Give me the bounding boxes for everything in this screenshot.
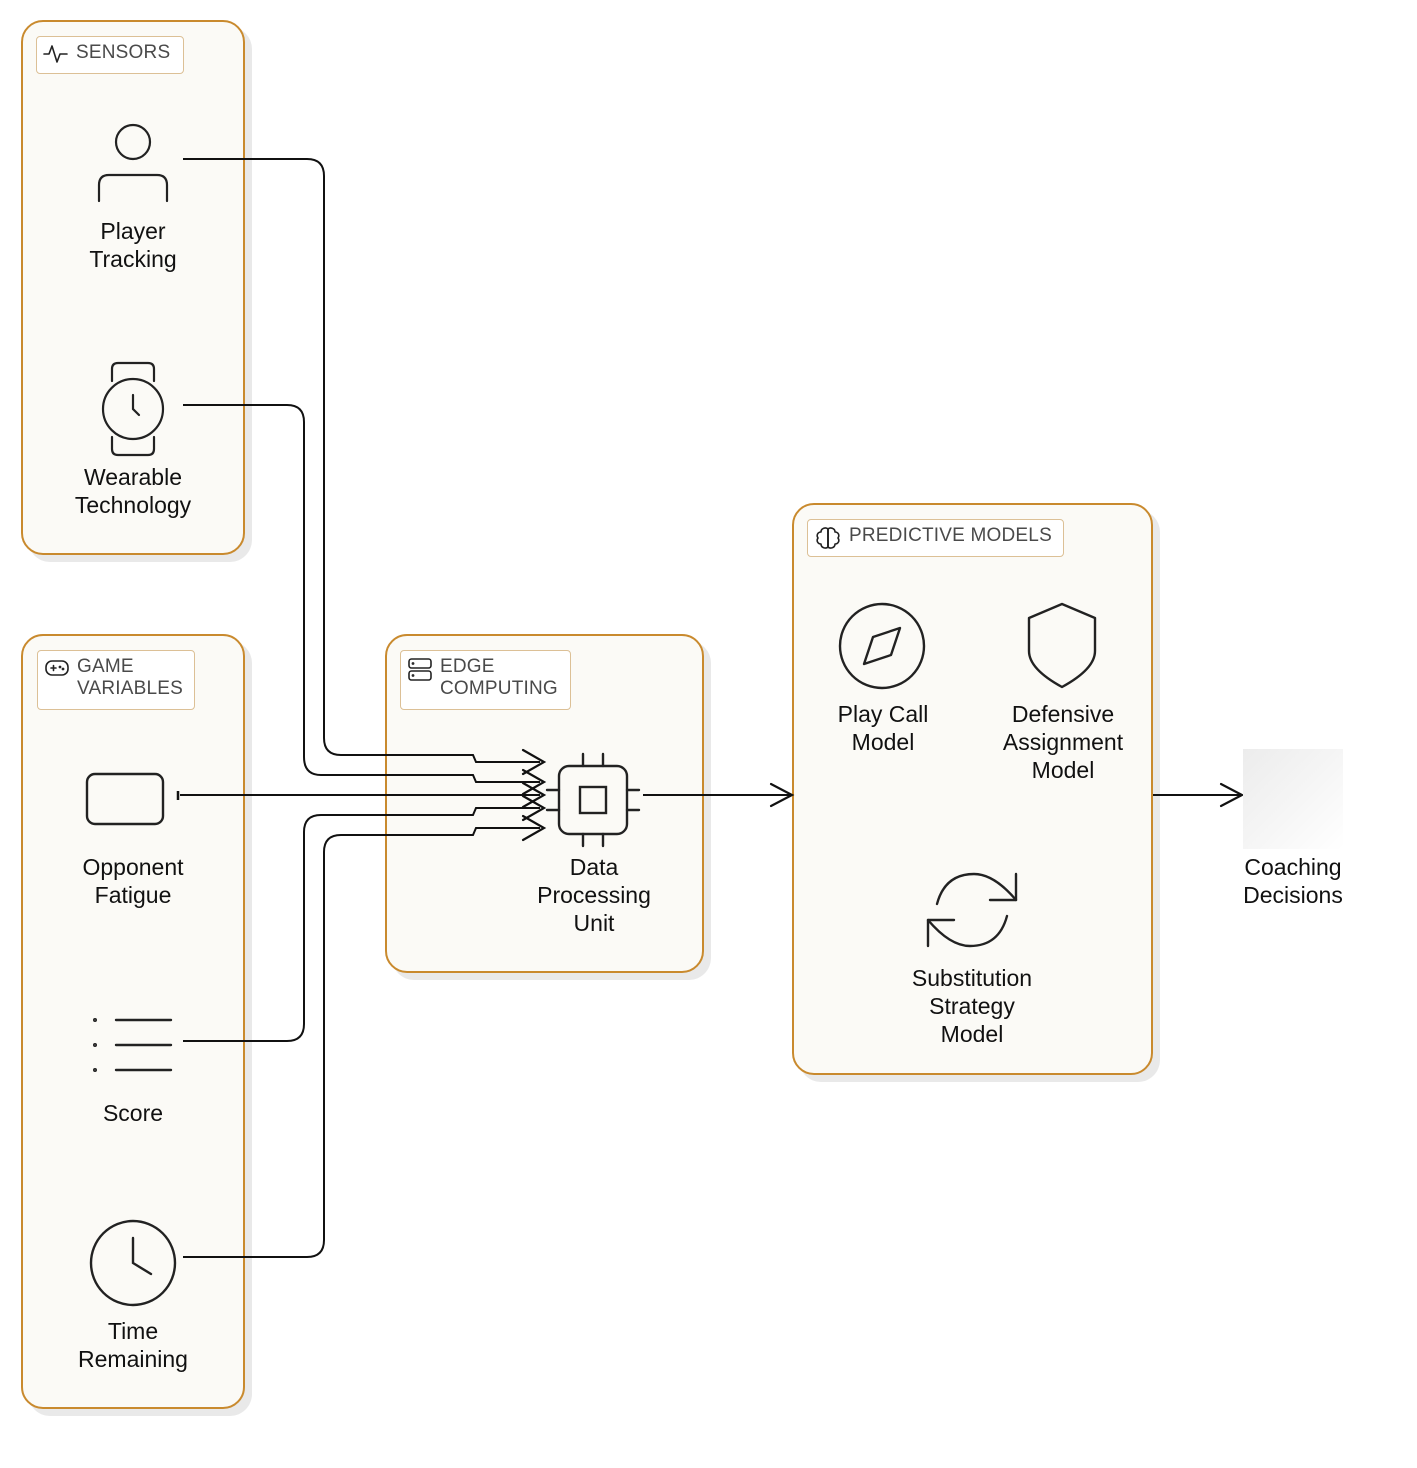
- player-tracking-label: Player Tracking: [89, 218, 177, 272]
- arrowhead-coaching: [1219, 782, 1245, 808]
- user-icon: [97, 123, 169, 203]
- game-variables-title: GAME VARIABLES: [77, 656, 183, 699]
- shield-icon: [1027, 602, 1097, 689]
- gamepad-icon: [45, 660, 69, 676]
- time-remaining-label: Time Remaining: [78, 1318, 188, 1372]
- predictive-models-title: PREDICTIVE MODELS: [849, 525, 1052, 546]
- game-variables-badge: GAME VARIABLES: [37, 650, 195, 710]
- sensors-title: SENSORS: [76, 42, 171, 63]
- edge-computing-badge: EDGE COMPUTING: [400, 650, 571, 710]
- battery-icon: [85, 772, 165, 826]
- compass-icon: [838, 602, 926, 690]
- sensors-badge: SENSORS: [36, 36, 184, 74]
- wearable-technology-label: Wearable Technology: [74, 464, 192, 518]
- opponent-fatigue-label: Opponent Fatigue: [82, 854, 184, 908]
- play-call-model-label: Play Call Model: [837, 701, 929, 755]
- data-processing-unit-label: Data Processing Unit: [537, 854, 651, 936]
- edge-computing-title: EDGE COMPUTING: [440, 656, 558, 699]
- cpu-icon: [545, 752, 641, 848]
- brain-icon: [816, 527, 840, 549]
- clock-icon: [89, 1219, 177, 1307]
- watch-icon: [101, 361, 165, 457]
- defensive-assignment-model-label: Defensive Assignment Model: [1002, 701, 1124, 783]
- predictive-models-badge: PREDICTIVE MODELS: [807, 519, 1064, 557]
- refresh-icon: [926, 872, 1018, 948]
- score-label: Score: [102, 1100, 164, 1126]
- activity-icon: [43, 45, 68, 63]
- coaching-decisions-label: Coaching Decisions: [1243, 854, 1343, 908]
- arrowhead-models: [769, 782, 795, 808]
- server-icon: [408, 658, 432, 681]
- substitution-strategy-model-label: Substitution Strategy Model: [911, 965, 1033, 1047]
- coaching-decisions-image: [1243, 749, 1343, 849]
- list-icon: [92, 1017, 173, 1073]
